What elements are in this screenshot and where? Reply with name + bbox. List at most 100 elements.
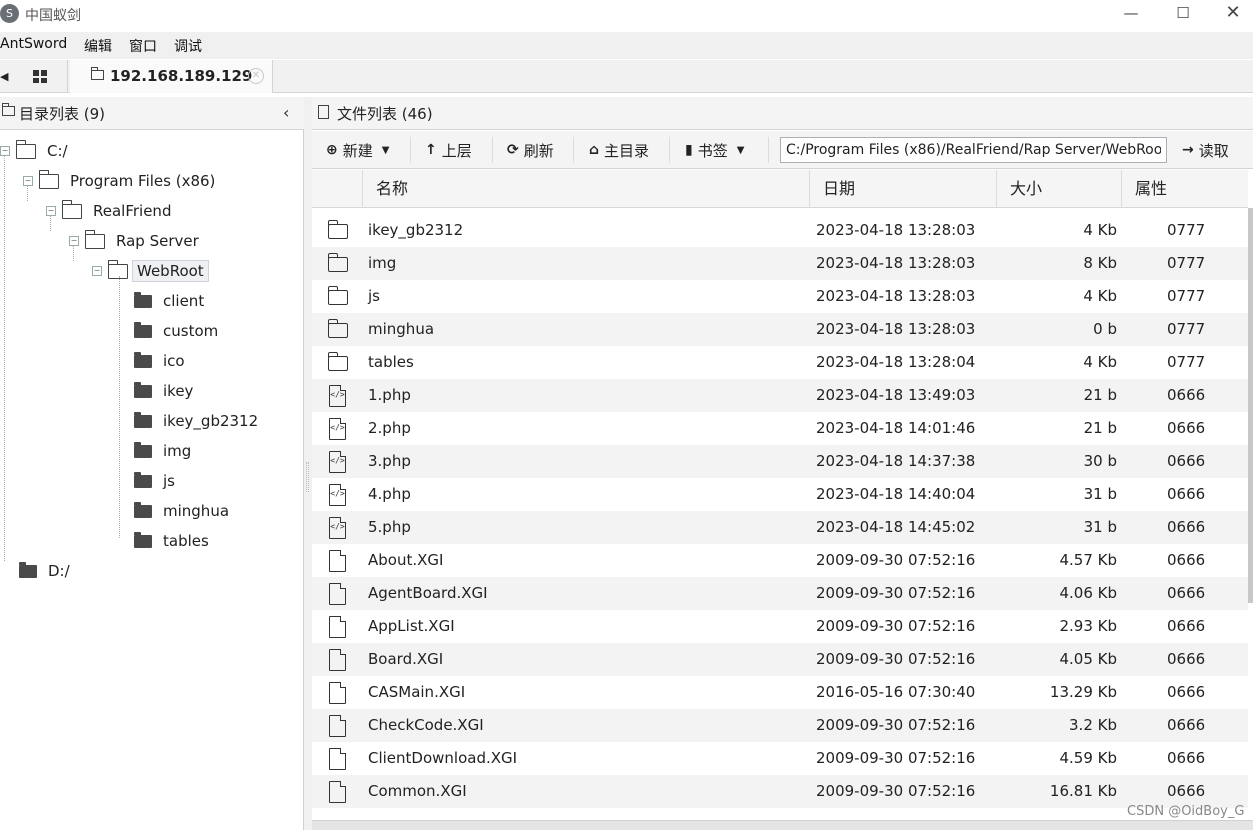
- tree-node-client[interactable]: client: [134, 288, 208, 314]
- file-icon: [329, 714, 347, 737]
- table-row[interactable]: tables 2023-04-18 13:28:04 4 Kb 0777: [312, 346, 1248, 379]
- file-date: 2023-04-18 13:28:03: [816, 221, 976, 239]
- table-row[interactable]: ikey_gb2312 2023-04-18 13:28:03 4 Kb 0777: [312, 214, 1248, 247]
- column-header-name[interactable]: 名称: [362, 170, 810, 208]
- table-row[interactable]: ClientDownload.XGI 2009-09-30 07:52:16 4.5…: [312, 742, 1248, 775]
- code-file-icon: </>: [329, 417, 347, 440]
- collapse-toggle-icon[interactable]: −: [69, 236, 79, 246]
- file-name: Board.XGI: [368, 650, 444, 668]
- file-date: 2016-05-16 07:30:40: [816, 683, 976, 701]
- collapse-toggle-icon[interactable]: −: [23, 176, 33, 186]
- refresh-button-label: 刷新: [523, 141, 554, 160]
- table-row[interactable]: CheckCode.XGI 2009-09-30 07:52:16 3.2 Kb 06…: [312, 709, 1248, 742]
- table-row[interactable]: js 2023-04-18 13:28:03 4 Kb 0777: [312, 280, 1248, 313]
- collapse-toggle-icon[interactable]: −: [92, 266, 102, 276]
- read-button[interactable]: → 读取: [1182, 131, 1229, 169]
- table-row[interactable]: Common.XGI 2009-09-30 07:52:16 16.81 Kb 066…: [312, 775, 1248, 808]
- file-attr: 0666: [1167, 551, 1206, 569]
- table-row[interactable]: CASMain.XGI 2016-05-16 07:30:40 13.29 Kb 06…: [312, 676, 1248, 709]
- tree-node-minghua[interactable]: minghua: [134, 498, 233, 524]
- vertical-scrollbar[interactable]: [1248, 208, 1253, 603]
- code-file-icon: </>: [329, 483, 347, 506]
- tree-node-realfriend[interactable]: − RealFriend: [46, 198, 175, 224]
- menu-antsword[interactable]: AntSword: [0, 36, 67, 52]
- refresh-icon: ⟳: [507, 142, 519, 158]
- tree-label: Program Files (x86): [70, 172, 216, 190]
- menu-window[interactable]: 窗口: [129, 36, 157, 56]
- file-size: 4.05 Kb: [1059, 650, 1117, 668]
- tab-home[interactable]: [12, 60, 68, 93]
- menu-debug[interactable]: 调试: [174, 36, 202, 56]
- file-size: 16.81 Kb: [1049, 782, 1117, 800]
- tree-node-img[interactable]: img: [134, 438, 195, 464]
- tree-node-tables[interactable]: tables: [134, 528, 213, 554]
- folder-icon: [134, 411, 152, 428]
- file-icon: [329, 615, 347, 638]
- menu-edit[interactable]: 编辑: [84, 36, 112, 56]
- tree-node-ikey-gb2312[interactable]: ikey_gb2312: [134, 408, 262, 434]
- file-panel-header: 文件列表 (46): [312, 97, 1253, 130]
- file-date: 2023-04-18 14:40:04: [816, 485, 976, 503]
- folder-icon: [327, 319, 348, 338]
- folder-icon: [134, 501, 152, 518]
- tree-node-custom[interactable]: custom: [134, 318, 222, 344]
- tab-close-icon[interactable]: ✕: [248, 68, 264, 84]
- tab-shell-session[interactable]: 192.168.189.129 ✕: [70, 60, 273, 93]
- table-row[interactable]: </> 4.php 2023-04-18 14:40:04 31 b 0666: [312, 478, 1248, 511]
- file-attr: 0666: [1167, 419, 1206, 437]
- tree-node-js[interactable]: js: [134, 468, 179, 494]
- table-row[interactable]: </> 2.php 2023-04-18 14:01:46 21 b 0666: [312, 412, 1248, 445]
- folder-icon: [90, 67, 104, 80]
- tree-node-webroot[interactable]: − WebRoot: [92, 258, 209, 284]
- collapse-toggle-icon[interactable]: −: [0, 146, 10, 156]
- table-row[interactable]: </> 3.php 2023-04-18 14:37:38 30 b 0666: [312, 445, 1248, 478]
- tree-node-c-drive[interactable]: − C:/: [0, 138, 72, 164]
- up-button[interactable]: ↑ 上层: [425, 131, 472, 169]
- table-row[interactable]: AppList.XGI 2009-09-30 07:52:16 2.93 Kb 066…: [312, 610, 1248, 643]
- refresh-button[interactable]: ⟳ 刷新: [507, 131, 554, 169]
- collapse-panel-icon[interactable]: ‹: [283, 103, 289, 122]
- collapse-toggle-icon[interactable]: −: [46, 206, 56, 216]
- close-window-button[interactable]: ✕: [1209, 0, 1253, 28]
- minimize-button[interactable]: —: [1107, 0, 1155, 28]
- maximize-button[interactable]: ☐: [1159, 0, 1207, 28]
- splitter-grip[interactable]: [306, 462, 309, 492]
- path-input[interactable]: [780, 137, 1167, 163]
- column-header-size[interactable]: 大小: [996, 170, 1122, 208]
- tree-node-ico[interactable]: ico: [134, 348, 189, 374]
- column-header-date[interactable]: 日期: [809, 170, 996, 208]
- table-row[interactable]: Board.XGI 2009-09-30 07:52:16 4.05 Kb 0666: [312, 643, 1248, 676]
- table-row[interactable]: </> 5.php 2023-04-18 14:45:02 31 b 0666: [312, 511, 1248, 544]
- table-row[interactable]: </> 1.php 2023-04-18 13:49:03 21 b 0666: [312, 379, 1248, 412]
- tab-scroll-left-icon[interactable]: ◀: [0, 70, 8, 83]
- table-row[interactable]: AgentBoard.XGI 2009-09-30 07:52:16 4.06 Kb…: [312, 577, 1248, 610]
- tree-node-ikey[interactable]: ikey: [134, 378, 197, 404]
- folder-icon: [134, 321, 152, 338]
- table-row[interactable]: minghua 2023-04-18 13:28:03 0 b 0777: [312, 313, 1248, 346]
- bookmark-button[interactable]: ▮ 书签 ▼: [685, 131, 744, 169]
- home-button[interactable]: ⌂ 主目录: [589, 131, 649, 169]
- file-date: 2023-04-18 13:49:03: [816, 386, 976, 404]
- tree-label: js: [163, 472, 175, 490]
- new-button[interactable]: ⊕ 新建 ▼: [326, 131, 389, 169]
- tree-node-rap-server[interactable]: − Rap Server: [69, 228, 203, 254]
- horizontal-scrollbar[interactable]: [312, 820, 1253, 830]
- file-date: 2023-04-18 14:37:38: [816, 452, 976, 470]
- file-name: AppList.XGI: [368, 617, 455, 635]
- file-grid-header: 名称 日期 大小 属性: [312, 170, 1248, 208]
- file-name: 3.php: [368, 452, 411, 470]
- code-file-icon: </>: [329, 450, 347, 473]
- file-date: 2023-04-18 14:01:46: [816, 419, 976, 437]
- folder-icon: [107, 259, 128, 279]
- file-attr: 0777: [1167, 320, 1206, 338]
- tree-node-d-drive[interactable]: D:/: [19, 558, 74, 584]
- tree-label: tables: [163, 532, 209, 550]
- column-header-attr[interactable]: 属性: [1121, 170, 1248, 208]
- directory-tree: − C:/ − Program Files (x86) − RealFriend…: [0, 132, 304, 632]
- file-size: 31 b: [1083, 518, 1117, 536]
- tree-label: client: [163, 292, 205, 310]
- table-row[interactable]: About.XGI 2009-09-30 07:52:16 4.57 Kb 0666: [312, 544, 1248, 577]
- table-row[interactable]: img 2023-04-18 13:28:03 8 Kb 0777: [312, 247, 1248, 280]
- file-size: 3.2 Kb: [1069, 716, 1117, 734]
- tree-node-program-files[interactable]: − Program Files (x86): [23, 168, 219, 194]
